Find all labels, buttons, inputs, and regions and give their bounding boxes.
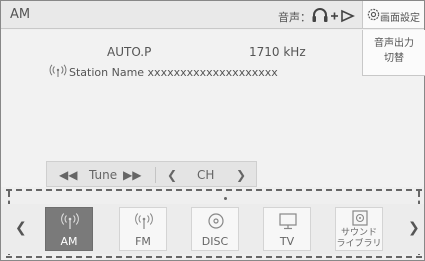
- tune-down-icon[interactable]: ◀◀: [59, 167, 77, 183]
- sound-library-icon: [352, 210, 368, 226]
- station-name: Station Name xxxxxxxxxxxxxxxxxxxx: [69, 66, 278, 79]
- source-bar: ❮ AM FM DISC TV サウンド ライブラリ ❯: [1, 204, 424, 254]
- tune-up-icon[interactable]: ▶▶: [123, 167, 141, 183]
- source-sound-library-button[interactable]: サウンド ライブラリ: [335, 207, 383, 251]
- source-sound-library-label: サウンド ライブラリ: [336, 228, 382, 250]
- audio-output-label: 音声出力: [374, 38, 414, 49]
- screen-settings-label: 画面設定: [380, 13, 420, 24]
- header-bar: AM 音声：: [1, 1, 424, 29]
- frequency-display: 1710 kHz: [249, 45, 306, 59]
- audio-output-switch-button[interactable]: 音声出力 切替: [362, 30, 425, 76]
- program-type: AUTO.P: [107, 45, 152, 59]
- source-tv-button[interactable]: TV: [263, 207, 311, 251]
- channel-down-icon[interactable]: ❮: [167, 167, 177, 183]
- source-title: AM: [10, 7, 31, 22]
- dashed-border-bottom: [6, 256, 422, 258]
- source-fm-button[interactable]: FM: [119, 207, 167, 251]
- source-disc-label: DISC: [201, 235, 229, 248]
- audio-label: 音声：: [278, 11, 311, 24]
- tune-bar: ◀◀ Tune ▶▶ ❮ CH ❯: [46, 161, 257, 187]
- channel-label: CH: [197, 168, 215, 182]
- channel-up-icon[interactable]: ❯: [236, 167, 246, 183]
- page-indicator: [224, 197, 227, 200]
- source-am-label: AM: [60, 235, 78, 248]
- source-tv-label: TV: [279, 235, 295, 248]
- dashed-border-top: [6, 189, 422, 191]
- broadcast-icon: [49, 64, 67, 77]
- tune-label: Tune: [89, 168, 118, 182]
- audio-output-label-2: 切替: [384, 53, 404, 64]
- sound-library-line1: サウンド: [340, 228, 377, 238]
- tv-icon: [279, 213, 297, 230]
- disc-icon: [208, 213, 224, 229]
- source-am-button[interactable]: AM: [45, 207, 93, 251]
- scroll-left-icon[interactable]: ❮: [15, 220, 27, 236]
- headphone-speaker-icon: [312, 8, 355, 23]
- main-panel: AUTO.P 1710 kHz Station Name xxxxxxxxxxx…: [1, 30, 425, 187]
- gear-icon: [367, 8, 380, 21]
- sound-library-line2: ライブラリ: [336, 239, 382, 249]
- radio-icon: [135, 213, 153, 229]
- radio-icon: [61, 213, 79, 229]
- divider: [155, 167, 156, 183]
- scroll-right-icon[interactable]: ❯: [408, 220, 420, 236]
- source-fm-label: FM: [135, 235, 151, 248]
- source-disc-button[interactable]: DISC: [191, 207, 239, 251]
- screen-settings-button[interactable]: 画面設定: [362, 1, 424, 28]
